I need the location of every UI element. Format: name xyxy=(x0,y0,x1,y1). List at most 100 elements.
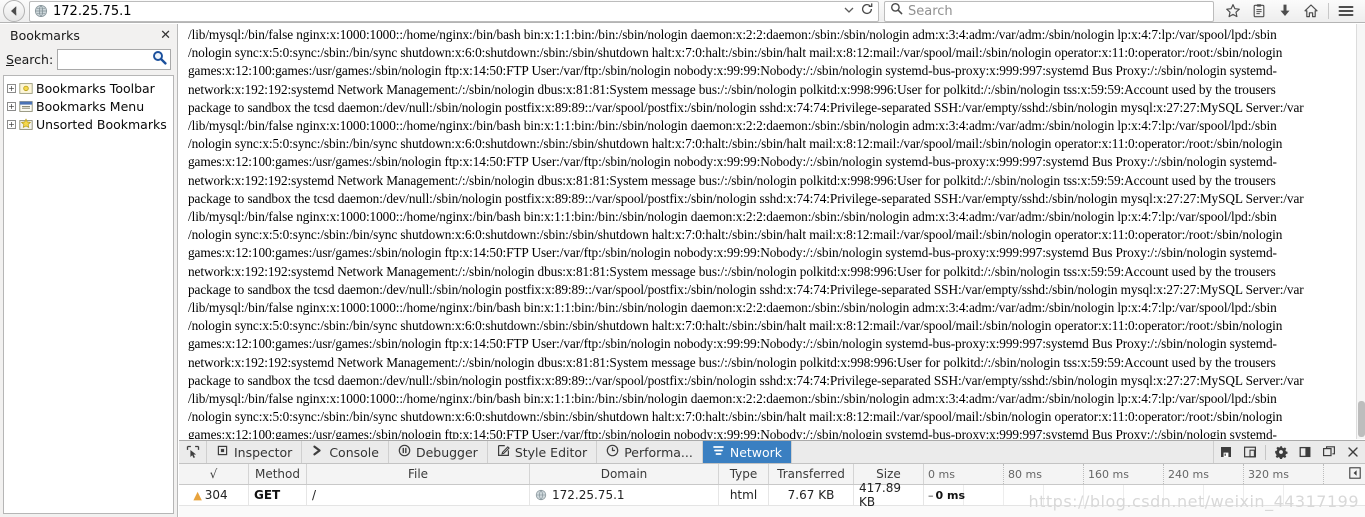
tab-console-label: Console xyxy=(329,444,379,460)
col-header-transferred[interactable]: Transferred xyxy=(769,464,854,484)
bookmarks-tree-item-2[interactable]: + Unsorted Bookmarks xyxy=(4,115,173,133)
back-button[interactable] xyxy=(3,0,25,22)
dump-line: /lib/mysql:/bin/false nginx:x:1000:1000:… xyxy=(188,300,1277,316)
request-method: GET xyxy=(254,488,281,502)
timeline-tick-1: 80 ms xyxy=(1004,464,1084,484)
timeline-tick-label: 160 ms xyxy=(1088,467,1129,481)
home-icon[interactable] xyxy=(1298,0,1324,22)
dock-side-icon[interactable] xyxy=(1293,441,1317,463)
domain-text: 172.25.75.1 xyxy=(552,488,625,502)
bookmarks-sidebar: Bookmarks ✕ Search: + Bookmarks Toolbar … xyxy=(0,24,178,517)
bookmarks-tree-item-label: Bookmarks Toolbar xyxy=(36,80,155,96)
content-vertical-scrollbar[interactable] xyxy=(1356,24,1365,439)
browser-toolbar: 172.25.75.1 Search xyxy=(0,0,1365,23)
dump-line: /lib/mysql:/bin/false nginx:x:1000:1000:… xyxy=(188,209,1277,225)
tab-debugger-label: Debugger xyxy=(415,444,478,460)
devtools-tabbar-spacer xyxy=(792,441,1214,463)
sidebar-search-label: Search: xyxy=(6,52,53,67)
timeline-grid-cell xyxy=(1004,485,1044,505)
network-empty-area xyxy=(179,506,1365,517)
reader-list-icon[interactable] xyxy=(1246,0,1272,22)
sidebar-search-row: Search: xyxy=(0,46,177,75)
cell-timeline: – 0 ms xyxy=(924,485,1365,505)
downloads-icon[interactable] xyxy=(1272,0,1298,22)
bookmarks-tree-item-0[interactable]: + Bookmarks Toolbar xyxy=(4,79,173,97)
network-table-header: √ Method File Domain Type Transferred Si… xyxy=(179,464,1365,485)
col-header-type[interactable]: Type xyxy=(719,464,769,484)
devtools-divider xyxy=(1265,444,1266,460)
timeline-collapse-button[interactable] xyxy=(1324,464,1365,484)
tab-console[interactable]: Console xyxy=(302,441,389,463)
chevron-down-icon[interactable] xyxy=(844,6,854,17)
dump-line: /nologin sync:x:5:0:sync:/sbin:/bin/sync… xyxy=(188,318,1283,334)
cell-size: 417.89 KB xyxy=(854,481,924,509)
tab-inspector[interactable]: Inspector xyxy=(207,441,303,463)
expander-plus-icon[interactable]: + xyxy=(7,101,16,111)
dump-line: games:x:12:100:games:/usr/games:/sbin/no… xyxy=(188,245,1277,261)
cell-transferred: 7.67 KB xyxy=(769,485,854,505)
timeline-tick-4: 320 ms xyxy=(1244,464,1324,484)
timeline-grid-cell xyxy=(1244,485,1284,505)
separate-window-icon[interactable] xyxy=(1317,441,1341,463)
dump-line: /lib/mysql:/bin/false nginx:x:1000:1000:… xyxy=(188,27,1277,42)
save-screenshot-icon[interactable] xyxy=(1214,441,1238,463)
col-header-method[interactable]: Method xyxy=(249,464,307,484)
expander-plus-icon[interactable]: + xyxy=(7,119,16,129)
cell-method: GET xyxy=(249,485,307,505)
devtools-tabbar: Inspector Console Debugger Style Editor … xyxy=(179,441,1365,464)
dump-line: package to sandbox the tcsd daemon:/dev/… xyxy=(188,190,1304,206)
console-chevron-icon xyxy=(311,444,324,460)
collapse-left-icon xyxy=(1349,466,1361,482)
element-picker-icon[interactable] xyxy=(179,441,207,463)
scrollbar-thumb[interactable] xyxy=(1358,401,1365,437)
tab-network[interactable]: Network xyxy=(702,441,793,463)
expander-plus-icon[interactable]: + xyxy=(7,83,16,93)
close-devtools-icon[interactable] xyxy=(1341,441,1365,463)
devtools-panel: Inspector Console Debugger Style Editor … xyxy=(179,440,1365,517)
dump-line: games:x:12:100:games:/usr/games:/sbin/no… xyxy=(188,336,1277,352)
warning-triangle-icon: ▲ xyxy=(193,488,202,502)
gear-settings-icon[interactable] xyxy=(1269,441,1293,463)
bookmarks-tree[interactable]: + Bookmarks Toolbar + Bookmarks Menu + U… xyxy=(3,75,174,514)
col-header-status[interactable]: √ xyxy=(179,464,249,484)
cell-domain: 172.25.75.1 xyxy=(530,485,719,505)
tab-performance[interactable]: Performa... xyxy=(597,441,703,463)
timeline-header: 0 ms 80 ms 160 ms 240 ms 320 ms xyxy=(924,464,1365,484)
timing-dash: – xyxy=(928,489,934,502)
tab-style-editor-label: Style Editor xyxy=(514,444,588,460)
bookmark-folder-toolbar-icon xyxy=(19,82,33,95)
tab-debugger[interactable]: Debugger xyxy=(389,441,488,463)
search-icon xyxy=(890,2,903,20)
search-bar[interactable]: Search xyxy=(884,0,1214,22)
bookmarks-tree-item-1[interactable]: + Bookmarks Menu xyxy=(4,97,173,115)
col-header-file[interactable]: File xyxy=(307,464,530,484)
cell-status: ▲ 304 xyxy=(179,485,249,505)
timeline-grid-cell xyxy=(1124,485,1164,505)
table-row[interactable]: ▲ 304 GET / 172.25.75.1 html 7.67 KB 417… xyxy=(179,481,1365,509)
reload-icon[interactable] xyxy=(860,2,874,21)
timeline-tick-0: 0 ms xyxy=(924,464,1004,484)
toolbar-divider xyxy=(1328,3,1329,19)
menu-hamburger-icon[interactable] xyxy=(1333,0,1359,22)
dump-line: games:x:12:100:games:/usr/games:/sbin/no… xyxy=(188,154,1277,170)
timeline-tick-2: 160 ms xyxy=(1084,464,1164,484)
dump-line: network:x:192:192:systemd Network Manage… xyxy=(188,81,1276,97)
close-icon[interactable]: ✕ xyxy=(160,29,171,42)
sidebar-search-input[interactable] xyxy=(57,49,171,70)
browser-window: 172.25.75.1 Search Bookmarks ✕ Search: +… xyxy=(0,0,1365,517)
bookmark-folder-menu-icon xyxy=(19,100,33,113)
dump-line: /lib/mysql:/bin/false nginx:x:1000:1000:… xyxy=(188,118,1277,134)
bookmark-star-icon[interactable] xyxy=(1220,0,1246,22)
cell-file: / xyxy=(307,485,530,505)
responsive-design-icon[interactable] xyxy=(1238,441,1262,463)
timeline-grid-cell xyxy=(1044,485,1084,505)
tab-style-editor[interactable]: Style Editor xyxy=(488,441,598,463)
bookmarks-tree-item-label: Unsorted Bookmarks xyxy=(36,116,167,132)
timeline-tick-3: 240 ms xyxy=(1164,464,1244,484)
timeline-tick-label: 240 ms xyxy=(1168,467,1209,481)
col-header-domain[interactable]: Domain xyxy=(530,464,719,484)
network-icon xyxy=(712,444,725,460)
address-bar[interactable]: 172.25.75.1 xyxy=(29,0,879,22)
globe-icon xyxy=(535,489,547,501)
dump-line: /nologin sync:x:5:0:sync:/sbin:/bin/sync… xyxy=(188,227,1283,243)
